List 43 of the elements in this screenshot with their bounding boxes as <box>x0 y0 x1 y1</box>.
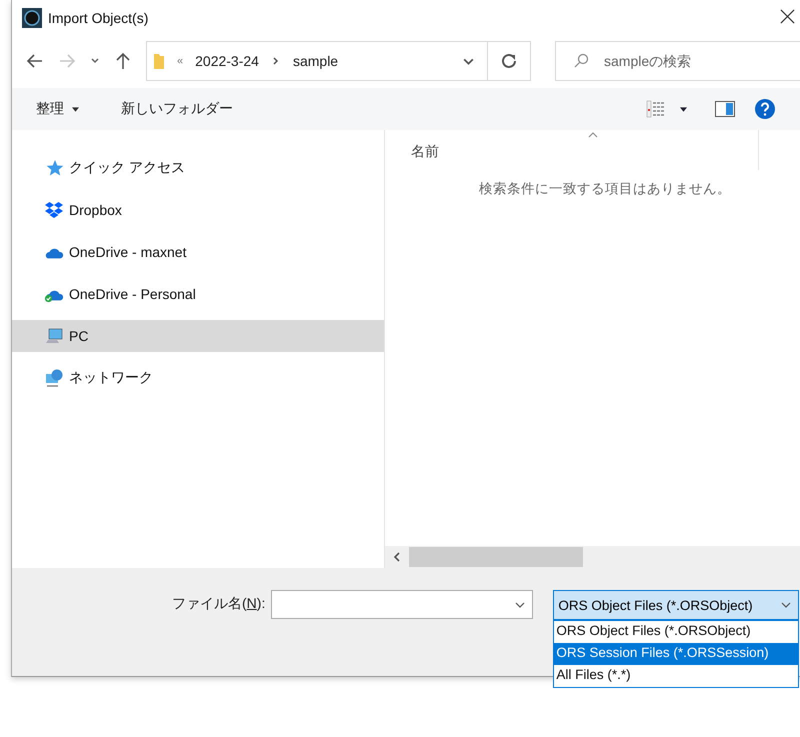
view-list-icon[interactable] <box>646 100 666 118</box>
star-icon <box>44 158 64 178</box>
window-title: Import Object(s) <box>48 10 148 26</box>
dropdown-option[interactable]: All Files (*.*) <box>554 665 798 687</box>
sidebar-item[interactable]: クイック アクセス <box>12 152 384 184</box>
file-name-field[interactable] <box>271 590 534 619</box>
breadcrumb[interactable]: « <box>177 55 184 67</box>
address-bar[interactable]: « 2022-3-24 sample <box>146 41 531 81</box>
dropdown-option[interactable]: ORS Session Files (*.ORSSession) <box>554 643 798 665</box>
scroll-left-icon[interactable] <box>393 552 401 562</box>
sidebar-item[interactable]: ネットワーク <box>12 362 384 394</box>
column-header[interactable]: 名前 <box>411 143 439 161</box>
horizontal-scrollbar[interactable] <box>385 546 800 568</box>
help-icon[interactable] <box>755 99 775 119</box>
empty-message: 検索条件に一致する項目はありません。 <box>478 180 732 198</box>
scrollbar-thumb[interactable] <box>409 547 583 567</box>
file-type-dropdown[interactable]: ORS Object Files (*.ORSObject) <box>553 590 800 620</box>
sidebar-item[interactable]: PC <box>12 320 384 352</box>
computer-icon <box>44 326 64 346</box>
chevron-down-icon[interactable] <box>90 56 100 66</box>
breadcrumb[interactable]: sample <box>292 53 338 69</box>
close-icon[interactable] <box>780 9 795 24</box>
preview-pane-icon[interactable] <box>715 101 735 117</box>
organize-button[interactable]: 整理 <box>26 96 89 122</box>
search-icon <box>573 53 589 69</box>
caret-icon <box>72 106 79 112</box>
network-icon <box>44 368 64 388</box>
dropbox-icon <box>44 200 64 220</box>
file-name-label: ファイル名(N): <box>172 595 266 613</box>
sidebar-item[interactable]: OneDrive - maxnet <box>12 236 384 268</box>
dropdown-option[interactable]: ORS Object Files (*.ORSObject) <box>554 621 798 643</box>
sidebar-item[interactable]: OneDrive - Personal <box>12 278 384 310</box>
refresh-icon <box>501 53 517 69</box>
back-arrow-icon[interactable] <box>26 52 44 70</box>
app-icon <box>22 8 42 28</box>
search-field[interactable]: sampleの検索 <box>555 41 800 81</box>
chevron-right-icon <box>270 56 281 66</box>
folder-icon <box>153 52 165 70</box>
up-arrow-icon[interactable] <box>114 52 132 70</box>
sidebar-item[interactable]: Dropbox <box>12 194 384 226</box>
new-folder-button[interactable]: 新しいフォルダー <box>111 96 243 122</box>
breadcrumb[interactable]: 2022-3-24 <box>195 53 259 69</box>
caret-icon[interactable] <box>680 106 687 112</box>
